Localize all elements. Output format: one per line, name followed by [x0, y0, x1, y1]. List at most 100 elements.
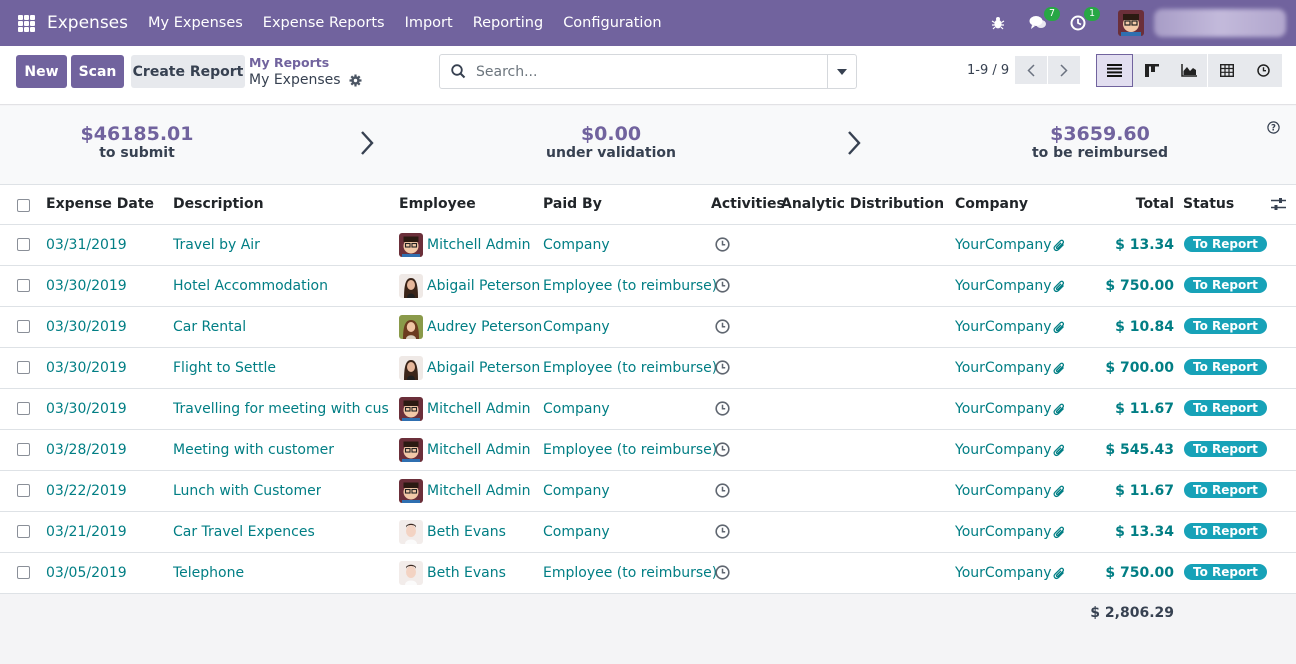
- row-checkbox[interactable]: [17, 443, 30, 456]
- company-name[interactable]: YourCompany: [955, 524, 1052, 540]
- paid-by[interactable]: Employee (to reimburse): [543, 278, 717, 294]
- expense-date[interactable]: 03/30/2019: [46, 319, 127, 335]
- table-row[interactable]: 03/22/2019 Lunch with Customer Mitchell Ad…: [0, 471, 1296, 512]
- expense-date[interactable]: 03/22/2019: [46, 483, 127, 499]
- expense-total[interactable]: $ 11.67: [1115, 483, 1174, 499]
- paid-by[interactable]: Company: [543, 483, 610, 499]
- expense-total[interactable]: $ 13.34: [1115, 237, 1174, 253]
- activity-clock-icon[interactable]: [715, 319, 730, 338]
- table-row[interactable]: 03/30/2019 Travelling for meeting with cu…: [0, 389, 1296, 430]
- column-paid-by[interactable]: Paid By: [543, 196, 602, 212]
- paid-by[interactable]: Company: [543, 237, 610, 253]
- activity-clock-icon[interactable]: [715, 442, 730, 461]
- paperclip-icon[interactable]: [1053, 402, 1066, 421]
- activity-clock-icon[interactable]: [715, 483, 730, 502]
- table-row[interactable]: 03/30/2019 Hotel Accommodation Abigail Pet…: [0, 266, 1296, 307]
- paid-by[interactable]: Employee (to reimburse): [543, 442, 717, 458]
- paperclip-icon[interactable]: [1053, 525, 1066, 544]
- activity-clock-icon[interactable]: [715, 278, 730, 297]
- activity-clock-icon[interactable]: [715, 524, 730, 543]
- paperclip-icon[interactable]: [1053, 320, 1066, 339]
- table-row[interactable]: 03/28/2019 Meeting with customer Mitchell …: [0, 430, 1296, 471]
- expense-description[interactable]: Travel by Air: [173, 237, 260, 253]
- expense-description[interactable]: Telephone: [173, 565, 244, 581]
- pager-value[interactable]: 1-9 / 9: [967, 63, 1009, 78]
- row-checkbox[interactable]: [17, 361, 30, 374]
- pager-previous-button[interactable]: [1015, 56, 1047, 84]
- menu-expense-reports[interactable]: Expense Reports: [263, 15, 385, 31]
- column-expense-date[interactable]: Expense Date: [46, 196, 154, 212]
- expense-description[interactable]: Travelling for meeting with cust…: [173, 401, 389, 417]
- paperclip-icon[interactable]: [1053, 566, 1066, 585]
- expense-total[interactable]: $ 13.34: [1115, 524, 1174, 540]
- paperclip-icon[interactable]: [1053, 361, 1066, 380]
- expense-total[interactable]: $ 750.00: [1105, 565, 1174, 581]
- row-checkbox[interactable]: [17, 320, 30, 333]
- company-name[interactable]: YourCompany: [955, 319, 1052, 335]
- search-options-toggle[interactable]: [827, 55, 856, 88]
- summary-to-submit[interactable]: $46185.01 to submit: [37, 123, 237, 161]
- paid-by[interactable]: Company: [543, 401, 610, 417]
- summary-to-be-reimbursed[interactable]: $3659.60 to be reimbursed: [1000, 123, 1200, 161]
- paperclip-icon[interactable]: [1053, 279, 1066, 298]
- summary-under-validation[interactable]: $0.00 under validation: [511, 123, 711, 161]
- column-analytic-distribution[interactable]: Analytic Distribution: [781, 196, 944, 212]
- company-name[interactable]: YourCompany: [955, 278, 1052, 294]
- table-row[interactable]: 03/21/2019 Car Travel Expences Beth Evans C…: [0, 512, 1296, 553]
- activity-view-button[interactable]: [1245, 54, 1282, 87]
- company-name[interactable]: YourCompany: [955, 442, 1052, 458]
- paid-by[interactable]: Company: [543, 524, 610, 540]
- column-employee[interactable]: Employee: [399, 196, 476, 212]
- expense-total[interactable]: $ 750.00: [1105, 278, 1174, 294]
- scan-button[interactable]: Scan: [71, 55, 124, 88]
- graph-view-button[interactable]: [1170, 54, 1207, 87]
- kanban-view-button[interactable]: [1133, 54, 1170, 87]
- expense-description[interactable]: Flight to Settle: [173, 360, 276, 376]
- select-all-checkbox[interactable]: [17, 199, 30, 212]
- menu-my-expenses[interactable]: My Expenses: [148, 15, 243, 31]
- row-checkbox[interactable]: [17, 402, 30, 415]
- expense-description[interactable]: Meeting with customer: [173, 442, 334, 458]
- create-report-button[interactable]: Create Report: [131, 55, 245, 88]
- bug-icon[interactable]: [988, 13, 1008, 33]
- company-name[interactable]: YourCompany: [955, 237, 1052, 253]
- pivot-view-button[interactable]: [1208, 54, 1245, 87]
- list-view-button[interactable]: [1096, 54, 1133, 87]
- expense-date[interactable]: 03/30/2019: [46, 278, 127, 294]
- paid-by[interactable]: Employee (to reimburse): [543, 565, 717, 581]
- expense-date[interactable]: 03/31/2019: [46, 237, 127, 253]
- optional-columns-icon[interactable]: [1271, 197, 1286, 215]
- activity-clock-icon[interactable]: [715, 565, 730, 584]
- column-activities[interactable]: Activities: [711, 196, 785, 212]
- paid-by[interactable]: Company: [543, 319, 610, 335]
- pager-next-button[interactable]: [1048, 56, 1080, 84]
- paperclip-icon[interactable]: [1053, 443, 1066, 462]
- paperclip-icon[interactable]: [1053, 484, 1066, 503]
- new-button[interactable]: New: [16, 55, 67, 88]
- company-name[interactable]: YourCompany: [955, 360, 1052, 376]
- expense-date[interactable]: 03/30/2019: [46, 401, 127, 417]
- apps-menu-icon[interactable]: [18, 14, 35, 32]
- employee-cell[interactable]: Beth Evans: [399, 561, 506, 585]
- menu-configuration[interactable]: Configuration: [563, 15, 661, 31]
- user-name-blurred[interactable]: [1154, 9, 1286, 37]
- activities-clock-icon[interactable]: 1: [1068, 7, 1100, 33]
- table-row[interactable]: 03/30/2019 Car Rental Audrey Peterson Compa…: [0, 307, 1296, 348]
- expense-total[interactable]: $ 700.00: [1105, 360, 1174, 376]
- breadcrumb-my-reports[interactable]: My Reports: [249, 55, 329, 70]
- company-name[interactable]: YourCompany: [955, 483, 1052, 499]
- column-status[interactable]: Status: [1183, 196, 1234, 212]
- search-input[interactable]: [476, 63, 827, 80]
- row-checkbox[interactable]: [17, 238, 30, 251]
- expense-description[interactable]: Car Rental: [173, 319, 246, 335]
- employee-cell[interactable]: Mitchell Admin: [399, 438, 531, 462]
- expense-description[interactable]: Car Travel Expences: [173, 524, 315, 540]
- expense-date[interactable]: 03/30/2019: [46, 360, 127, 376]
- app-name[interactable]: Expenses: [47, 13, 128, 33]
- expense-description[interactable]: Lunch with Customer: [173, 483, 321, 499]
- column-description[interactable]: Description: [173, 196, 264, 212]
- employee-cell[interactable]: Mitchell Admin: [399, 233, 531, 257]
- company-name[interactable]: YourCompany: [955, 401, 1052, 417]
- help-icon[interactable]: ?: [1267, 121, 1280, 138]
- expense-date[interactable]: 03/21/2019: [46, 524, 127, 540]
